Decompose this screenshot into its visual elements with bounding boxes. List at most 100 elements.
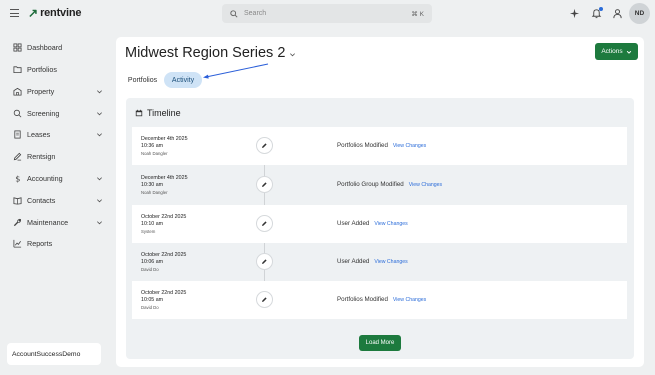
chevron-down-icon [97, 176, 102, 180]
notifications-button[interactable] [591, 7, 603, 19]
tab-portfolios[interactable]: Portfolios [125, 72, 160, 88]
entry-time: 10:10 am [141, 221, 164, 227]
sidebar-item-property[interactable]: Property [13, 84, 103, 98]
reports-icon [13, 239, 22, 248]
entry-time: 10:05 am [141, 297, 164, 303]
entry-user: Noah Dangler [141, 190, 168, 195]
view-changes-link[interactable]: View Changes [393, 297, 426, 304]
sidebar-item-label: Contacts [27, 195, 56, 205]
view-changes-link[interactable]: View Changes [374, 259, 407, 266]
pencil-icon [256, 137, 273, 154]
entry-user: David Do [141, 267, 159, 272]
chevron-down-icon[interactable] [289, 51, 296, 58]
chevron-down-icon [97, 132, 102, 136]
actions-button[interactable]: Actions [595, 43, 638, 60]
sidebar-item-reports[interactable]: Reports [13, 236, 103, 250]
sparkle-icon[interactable] [569, 8, 580, 19]
entry-action: Portfolio Group Modified View Changes [337, 181, 442, 188]
sidebar-item-accounting[interactable]: $ Accounting [13, 171, 103, 185]
notification-dot [599, 7, 603, 11]
pencil-icon [256, 253, 273, 270]
avatar[interactable]: ND [629, 3, 650, 24]
entry-action: Portfolios Modified View Changes [337, 296, 426, 303]
entry-user: David Do [141, 305, 159, 310]
actions-label: Actions [601, 48, 623, 55]
logo-text: rentvine [40, 7, 82, 19]
entry-action: User Added View Changes [337, 258, 408, 265]
sidebar-item-label: Rentsign [27, 151, 56, 161]
account-switcher[interactable]: AccountSuccessDemo [7, 343, 101, 365]
entry-user: Noah Dangler [141, 151, 168, 156]
view-changes-link[interactable]: View Changes [374, 221, 407, 228]
entry-user: System [141, 229, 156, 234]
entry-action: Portfolios Modified View Changes [337, 142, 426, 149]
sidebar-item-label: Property [27, 86, 55, 96]
sidebar-item-label: Accounting [27, 173, 63, 183]
chevron-down-icon [97, 220, 102, 224]
folder-icon [13, 65, 22, 73]
sidebar-item-label: Leases [27, 129, 51, 139]
logo[interactable]: ↗ rentvine [28, 7, 81, 19]
timeline-entry: December 4th 2025 10:36 am Noah Dangler … [132, 127, 627, 165]
pencil-icon [256, 176, 273, 193]
user-icon[interactable] [612, 8, 623, 19]
chevron-down-icon [97, 89, 102, 93]
load-more-button[interactable]: Load More [359, 335, 401, 351]
sidebar-item-label: Dashboard [27, 42, 63, 52]
top-bar: ↗ rentvine Search ⌘ K ND [0, 0, 655, 28]
search-icon [230, 9, 238, 18]
entry-time: 10:36 am [141, 143, 164, 149]
sidebar-item-leases[interactable]: Leases [13, 127, 103, 141]
tab-activity[interactable]: Activity [164, 72, 202, 88]
sidebar-item-maintenance[interactable]: Maintenance [13, 215, 103, 229]
sidebar-item-label: Portfolios [27, 64, 57, 74]
timeline-entry: October 22nd 2025 10:05 am David Do Port… [132, 281, 627, 319]
svg-text:$: $ [15, 174, 20, 183]
sidebar-item-contacts[interactable]: Contacts [13, 193, 103, 207]
entry-action: User Added View Changes [337, 220, 408, 227]
entry-action-text: Portfolios Modified [337, 296, 388, 303]
sidebar-item-dashboard[interactable]: Dashboard [13, 40, 103, 54]
chevron-down-icon [97, 198, 102, 202]
entry-time: 10:30 am [141, 182, 164, 188]
sidebar-item-label: Screening [27, 108, 60, 118]
view-changes-link[interactable]: View Changes [393, 143, 426, 150]
contacts-icon [13, 196, 22, 205]
pencil-icon [256, 291, 273, 308]
rentsign-icon [13, 152, 22, 160]
entry-action-text: User Added [337, 258, 370, 265]
entry-action-text: Portfolios Modified [337, 142, 388, 149]
view-changes-link[interactable]: View Changes [409, 182, 442, 189]
chevron-down-icon [97, 111, 102, 115]
sidebar: Dashboard Portfolios Property Screening … [0, 28, 112, 375]
chevron-down-icon [626, 50, 631, 54]
entry-action-text: User Added [337, 220, 370, 227]
sidebar-item-screening[interactable]: Screening [13, 106, 103, 120]
timeline-header: Timeline [135, 108, 181, 118]
sidebar-item-label: Reports [27, 238, 53, 248]
property-icon [13, 87, 22, 96]
entry-time: 10:06 am [141, 259, 164, 265]
search-placeholder: Search [244, 10, 267, 17]
timeline-entry: October 22nd 2025 10:10 am System User A… [132, 205, 627, 243]
timeline-entry: October 22nd 2025 10:06 am David Do User… [132, 243, 627, 281]
sidebar-item-portfolios[interactable]: Portfolios [13, 62, 103, 76]
search-input[interactable]: Search ⌘ K [222, 4, 432, 23]
wrench-icon [13, 218, 22, 226]
screening-icon [13, 109, 22, 117]
sidebar-item-label: Maintenance [27, 217, 69, 227]
entry-action-text: Portfolio Group Modified [337, 181, 404, 188]
pencil-icon [256, 215, 273, 232]
sidebar-item-rentsign[interactable]: Rentsign [13, 149, 103, 163]
dollar-icon: $ [15, 174, 20, 183]
menu-icon[interactable] [10, 9, 19, 18]
timeline-panel: Timeline December 4th 2025 10:36 am Noah… [126, 98, 634, 359]
dashboard-icon [13, 42, 22, 52]
logo-mark: ↗ [28, 6, 39, 20]
lease-icon [14, 129, 21, 139]
page-title: Midwest Region Series 2 [125, 45, 286, 61]
search-shortcut: ⌘ K [411, 10, 424, 18]
main-panel: Midwest Region Series 2 Actions Portfoli… [116, 37, 644, 367]
timeline-entry: December 4th 2025 10:30 am Noah Dangler … [132, 166, 627, 204]
calendar-icon [135, 109, 143, 117]
